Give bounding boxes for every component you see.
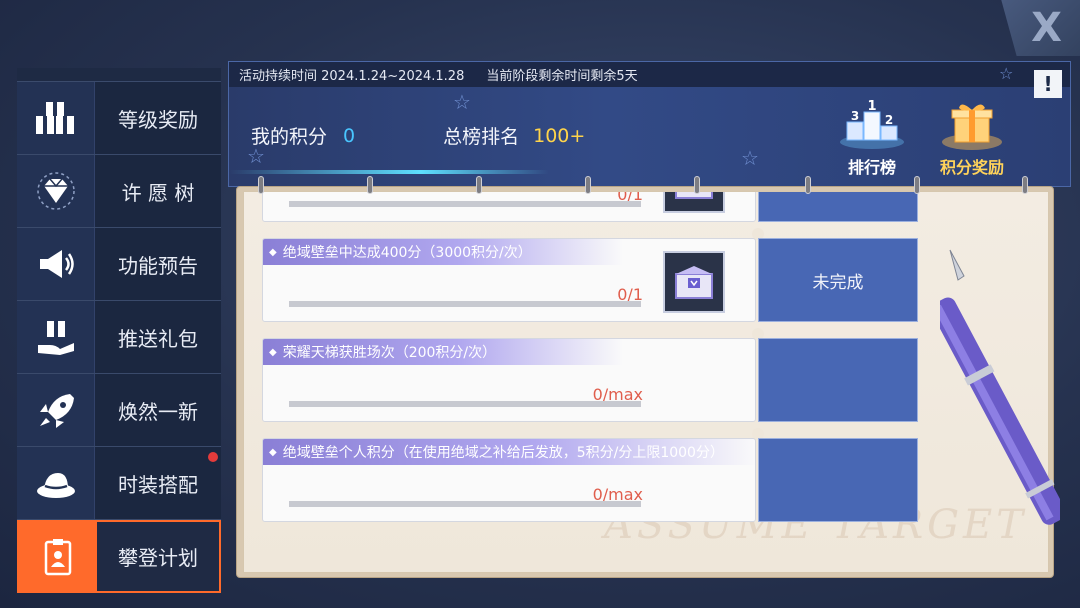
megaphone-icon — [17, 228, 95, 300]
hand-gift-icon — [17, 301, 95, 373]
sidebar-item-label: 功能预告 — [118, 253, 198, 278]
notebook-ring — [694, 176, 700, 194]
points-reward-label: 积分奖励 — [939, 158, 1004, 177]
sidebar-item-wish-tree[interactable]: 许 愿 树 — [17, 155, 221, 228]
info-icon[interactable]: ! — [1034, 70, 1062, 98]
progress-bar — [289, 501, 641, 507]
task-title-text: 绝域壁垒个人积分（在使用绝域之补给后发放，5积分/分上限1000分） — [282, 445, 724, 461]
rocket-icon — [17, 374, 95, 446]
close-button[interactable]: X — [1001, 0, 1080, 56]
activity-header: 活动持续时间 2024.1.24~2024.1.28 当前阶段剩余时间剩余5天 … — [228, 61, 1071, 187]
task-notebook: ASSUME TARGET 0/1 未完成 ◆绝域壁垒中达成400分（3000积… — [236, 186, 1054, 578]
hat-icon — [17, 447, 95, 519]
close-icon[interactable]: X — [1031, 8, 1062, 48]
task-status[interactable]: 未完成 — [758, 238, 918, 322]
task-card: ◆ 绝域壁垒中达成400分（3000积分/次） 0/1 — [262, 238, 756, 322]
points-summary: 我的积分 0 总榜排名 100+ — [251, 122, 585, 149]
svg-text:3: 3 — [851, 109, 859, 123]
sidebar-item-renewal[interactable]: 焕然一新 — [17, 374, 221, 447]
notebook-rings — [256, 176, 1056, 196]
diamond-bullet-icon: ◆ — [269, 246, 277, 258]
progress-bar — [289, 301, 641, 307]
task-title: ◆ 荣耀天梯获胜场次（200积分/次） — [263, 339, 623, 365]
svg-text:1: 1 — [867, 99, 876, 114]
notebook-ring — [1022, 176, 1028, 194]
task-card: ◆ 绝域壁垒个人积分（在使用绝域之补给后发放，5积分/分上限1000分） 0/ma… — [262, 438, 756, 522]
sidebar-item-fashion[interactable]: 时装搭配 — [17, 447, 221, 520]
activity-duration: 活动持续时间 2024.1.24~2024.1.28 — [239, 69, 465, 84]
sidebar-item-level-rewards[interactable]: 等级奖励 — [17, 82, 221, 155]
sidebar-item-label: 时装搭配 — [118, 472, 198, 497]
task-status[interactable] — [758, 438, 918, 522]
sidebar-top-edge — [17, 68, 221, 82]
task-title-text: 荣耀天梯获胜场次（200积分/次） — [282, 345, 497, 361]
gift-box-icon — [942, 104, 1002, 150]
podium-icon: 13 2 — [840, 99, 904, 149]
sidebar-item-label: 推送礼包 — [118, 326, 198, 351]
diamond-bullet-icon: ◆ — [269, 346, 277, 358]
activity-time-bar: 活动持续时间 2024.1.24~2024.1.28 当前阶段剩余时间剩余5天 — [229, 62, 1070, 87]
sidebar-item-label: 等级奖励 — [118, 107, 198, 132]
notebook-ring — [805, 176, 811, 194]
notification-dot — [208, 452, 218, 462]
progress-bar — [289, 201, 641, 207]
notebook-page[interactable]: ASSUME TARGET 0/1 未完成 ◆绝域壁垒中达成400分（3000积… — [243, 191, 1049, 573]
sidebar-item-climb-plan[interactable]: 攀登计划 — [17, 520, 221, 593]
my-points-label: 我的积分 — [251, 126, 328, 148]
notebook-ring — [585, 176, 591, 194]
svg-text:2: 2 — [885, 113, 893, 127]
task-title: ◆ 绝域壁垒中达成400分（3000积分/次） — [263, 239, 623, 265]
sidebar-item-label: 许 愿 树 — [121, 180, 195, 205]
sidebar-item-label: 攀登计划 — [118, 546, 198, 570]
gift-boxes-icon — [17, 82, 95, 154]
diamond-bullet-icon: ◆ — [269, 446, 277, 458]
notebook-ring — [476, 176, 482, 194]
star-icon: ☆ — [999, 64, 1014, 83]
star-icon: ☆ — [453, 90, 471, 114]
sidebar-item-feature-preview[interactable]: 功能预告 — [17, 228, 221, 301]
clipboard-profile-icon — [19, 522, 97, 591]
glow-divider — [229, 170, 549, 174]
points-reward-button[interactable]: 积分奖励 — [929, 98, 1015, 178]
progress-bar — [289, 401, 641, 407]
sidebar-item-label: 焕然一新 — [118, 399, 198, 424]
task-title-text: 绝域壁垒中达成400分（3000积分/次） — [282, 245, 532, 261]
total-rank-label: 总榜排名 — [443, 126, 520, 148]
leaderboard-button[interactable]: 13 2 排行榜 — [829, 98, 915, 178]
star-icon: ☆ — [741, 146, 759, 170]
task-title: ◆ 绝域壁垒个人积分（在使用绝域之补给后发放，5积分/分上限1000分） — [263, 439, 755, 465]
leaderboard-label: 排行榜 — [847, 158, 896, 177]
notebook-ring — [367, 176, 373, 194]
notebook-ring — [914, 176, 920, 194]
notebook-ring — [258, 176, 264, 194]
stage-remaining-time: 当前阶段剩余时间剩余5天 — [486, 69, 638, 84]
task-card: ◆ 荣耀天梯获胜场次（200积分/次） 0/max — [262, 338, 756, 422]
sidebar: 等级奖励 许 愿 树 功能预告 推送礼包 焕然一新 时装搭配 攀登计划 — [17, 68, 221, 593]
fountain-pen-icon — [940, 249, 1060, 525]
my-points-value: 0 — [343, 124, 356, 147]
total-rank-value: 100+ — [533, 124, 586, 147]
task-status[interactable] — [758, 338, 918, 422]
chest-reward-icon[interactable] — [663, 251, 725, 313]
diamond-icon — [17, 155, 95, 227]
sidebar-item-push-pack[interactable]: 推送礼包 — [17, 301, 221, 374]
